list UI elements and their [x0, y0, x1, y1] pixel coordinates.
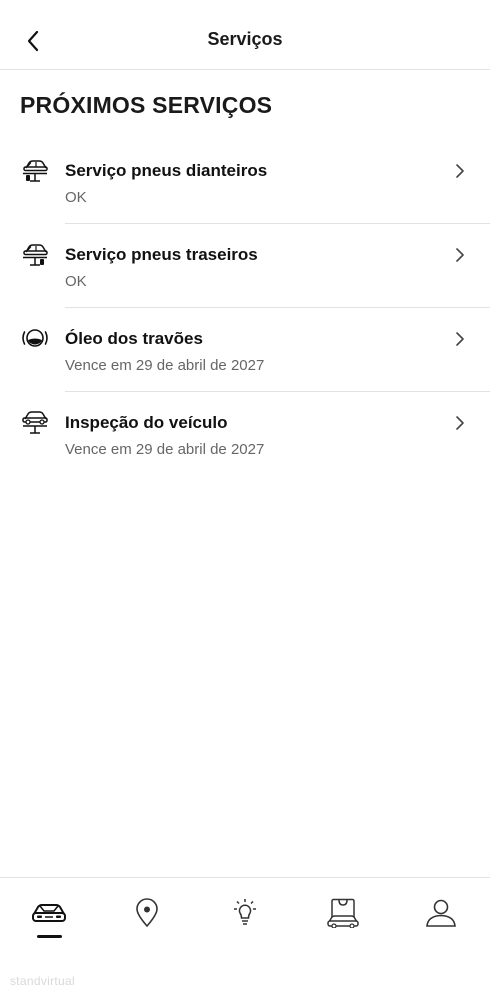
- service-name: Inspeção do veículo: [65, 413, 228, 432]
- chevron-right-icon: [456, 416, 464, 430]
- nav-item-profile[interactable]: [392, 878, 490, 950]
- bottom-navigation: [0, 877, 490, 949]
- car-icon: [32, 904, 66, 922]
- nav-item-car[interactable]: [0, 878, 98, 950]
- lightbulb-icon: [234, 899, 256, 925]
- active-tab-indicator: [37, 935, 62, 938]
- chevron-right-icon: [456, 248, 464, 262]
- nav-item-ideas[interactable]: [196, 878, 294, 950]
- service-name: Serviço pneus dianteiros: [65, 161, 268, 180]
- service-item-vehicle-inspection[interactable]: Inspeção do veículo Vence em 29 de abril…: [0, 392, 490, 476]
- shop-car-icon: [327, 898, 359, 928]
- nav-item-map[interactable]: [98, 878, 196, 950]
- service-name: Óleo dos travões: [65, 329, 203, 348]
- service-status: OK: [65, 189, 87, 206]
- page-title: Serviços: [207, 29, 283, 49]
- service-item-rear-tyres[interactable]: Serviço pneus traseiros OK: [0, 224, 490, 308]
- chevron-right-icon: [456, 164, 464, 178]
- service-item-brake-fluid[interactable]: Óleo dos travões Vence em 29 de abril de…: [0, 308, 490, 392]
- service-list: Serviço pneus dianteiros OK Serviço pneu…: [0, 140, 490, 476]
- chevron-right-icon: [456, 332, 464, 346]
- service-name: Serviço pneus traseiros: [65, 245, 258, 264]
- front-tyre-lift-icon: [23, 160, 48, 182]
- location-pin-icon: [136, 898, 158, 928]
- service-item-front-tyres[interactable]: Serviço pneus dianteiros OK: [0, 140, 490, 224]
- service-status: Vence em 29 de abril de 2027: [65, 441, 265, 458]
- nav-item-shop[interactable]: [294, 878, 392, 950]
- service-status: Vence em 29 de abril de 2027: [65, 357, 265, 374]
- service-status: OK: [65, 273, 87, 290]
- rear-tyre-lift-icon: [23, 244, 48, 266]
- car-lift-icon: [22, 411, 48, 434]
- profile-icon: [426, 899, 456, 927]
- watermark: standvirtual: [10, 974, 75, 988]
- app-header: Serviços: [0, 0, 490, 70]
- brake-fluid-icon: [22, 329, 48, 347]
- section-title: PRÓXIMOS SERVIÇOS: [20, 92, 273, 118]
